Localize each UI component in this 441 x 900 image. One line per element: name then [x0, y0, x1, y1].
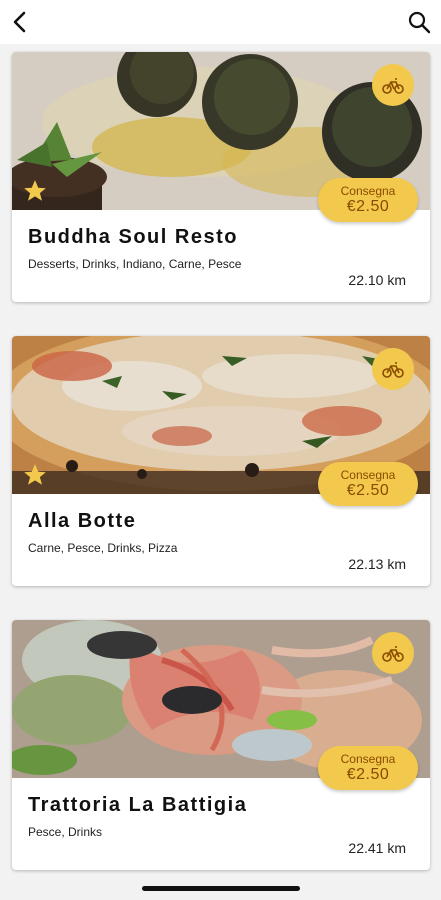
- search-icon: [408, 11, 431, 34]
- restaurant-tags: Pesce, Drinks: [28, 825, 103, 839]
- delivery-fee-badge: Consegna €2.50: [318, 178, 418, 222]
- delivery-price: €2.50: [346, 482, 390, 499]
- top-bar: [0, 0, 441, 44]
- restaurant-name: Alla Botte: [28, 510, 137, 532]
- restaurant-card[interactable]: Consegna €2.50 Buddha Soul Resto Dessert…: [12, 52, 430, 302]
- delivery-price: €2.50: [346, 198, 390, 215]
- restaurant-card[interactable]: Consegna €2.50 Trattoria La Battigia Pes…: [12, 620, 430, 870]
- search-button[interactable]: [403, 6, 435, 38]
- delivery-bike-badge: [372, 632, 414, 674]
- delivery-bike-badge: [372, 64, 414, 106]
- restaurant-name: Trattoria La Battigia: [28, 794, 248, 816]
- favorite-star-icon[interactable]: [22, 178, 48, 204]
- restaurant-distance: 22.10 km: [348, 272, 406, 288]
- bike-icon: [382, 646, 404, 662]
- delivery-bike-badge: [372, 348, 414, 390]
- chevron-left-icon: [13, 11, 26, 33]
- favorite-star-icon[interactable]: [22, 462, 48, 488]
- restaurant-card[interactable]: Consegna €2.50 Alla Botte Carne, Pesce, …: [12, 336, 430, 586]
- restaurant-tags: Desserts, Drinks, Indiano, Carne, Pesce: [28, 257, 242, 271]
- restaurant-tags: Carne, Pesce, Drinks, Pizza: [28, 541, 178, 555]
- restaurant-distance: 22.13 km: [348, 556, 406, 572]
- restaurant-distance: 22.41 km: [348, 840, 406, 856]
- delivery-label: Consegna: [340, 468, 396, 482]
- delivery-fee-badge: Consegna €2.50: [318, 462, 418, 506]
- bike-icon: [382, 78, 404, 94]
- delivery-price: €2.50: [346, 766, 390, 783]
- delivery-fee-badge: Consegna €2.50: [318, 746, 418, 790]
- home-indicator[interactable]: [142, 886, 300, 891]
- back-button[interactable]: [6, 6, 38, 38]
- delivery-label: Consegna: [340, 752, 396, 766]
- bike-icon: [382, 362, 404, 378]
- restaurant-name: Buddha Soul Resto: [28, 226, 238, 248]
- delivery-label: Consegna: [340, 184, 396, 198]
